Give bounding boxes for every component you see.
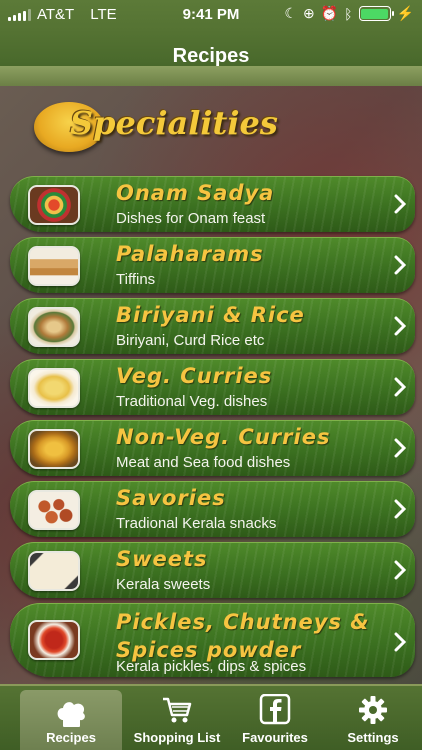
gear-icon [359,696,387,724]
page-title: Recipes [172,45,250,67]
cart-icon [163,697,192,723]
row-title: Non-Veg. Curries [116,425,331,449]
alarm-icon: ⏰ [320,5,339,21]
category-row-veg-curries[interactable]: Veg. Curries Traditional Veg. dishes [10,359,415,415]
row-subtitle: Meat and Sea food dishes [116,454,291,471]
specialities-banner: Specialities [30,96,290,156]
category-row-pickles[interactable]: Pickles, Chutneys & Spices powder Kerala… [10,603,415,677]
row-title: Veg. Curries [116,364,273,388]
chef-hat-icon [57,702,85,727]
row-subtitle: Tradional Kerala snacks [116,515,277,532]
tab-shopping-list[interactable]: Shopping List [128,686,226,750]
category-row-sweets[interactable]: Sweets Kerala sweets [10,542,415,598]
row-subtitle: Traditional Veg. dishes [116,393,268,410]
row-title: Sweets [116,547,208,571]
onam-sadya-thumbnail [28,185,80,225]
category-row-onam-sadya[interactable]: Onam Sadya Dishes for Onam feast [10,176,415,232]
charging-icon: ⚡ [396,5,414,21]
bluetooth-icon: ᛒ [344,5,353,22]
row-title: Savories [116,486,226,510]
category-row-non-veg-curries[interactable]: Non-Veg. Curries Meat and Sea food dishe… [10,420,415,476]
row-title: Pickles, Chutneys & Spices powder [116,610,370,662]
tab-label: Shopping List [133,730,221,745]
tab-favourites[interactable]: Favourites [226,686,324,750]
pickles-thumbnail [28,620,80,660]
chevron-right-icon [394,438,407,458]
chevron-right-icon [394,499,407,519]
palaharams-thumbnail [28,246,80,286]
row-title: Onam Sadya [116,181,275,205]
content-area: Specialities Onam Sadya Dishes for Onam … [0,86,422,684]
row-title: Biriyani & Rice [116,303,305,327]
tab-settings[interactable]: Settings [324,686,422,750]
row-subtitle: Tiffins [116,271,156,288]
chevron-right-icon [394,632,407,652]
lock-rotation-icon: ⊕ [302,5,315,21]
row-subtitle: Biriyani, Curd Rice etc [116,332,265,349]
chevron-right-icon [394,316,407,336]
veg-curries-thumbnail [28,368,80,408]
banner-title: Specialities [70,104,278,142]
chevron-right-icon [394,560,407,580]
chevron-right-icon [394,377,407,397]
tab-label: Recipes [46,730,96,745]
tab-recipes[interactable]: Recipes [20,690,122,750]
tab-label: Settings [347,730,399,745]
savories-thumbnail [28,490,80,530]
row-subtitle: Kerala pickles, dips & spices [116,658,307,675]
chevron-right-icon [394,255,407,275]
chevron-right-icon [394,194,407,214]
row-subtitle: Dishes for Onam feast [116,210,266,227]
sweets-thumbnail [28,551,80,591]
category-row-savories[interactable]: Savories Tradional Kerala snacks [10,481,415,537]
tab-bar: Recipes Shopping List Favourites Setting… [0,684,422,750]
category-row-biriyani-rice[interactable]: Biriyani & Rice Biriyani, Curd Rice etc [10,298,415,354]
moon-icon: ☾ [284,5,297,21]
nav-divider [0,66,422,86]
category-row-palaharams[interactable]: Palaharams Tiffins [10,237,415,293]
facebook-icon [259,694,291,725]
tab-label: Favourites [242,730,308,745]
row-title: Palaharams [116,242,264,266]
status-bar: AT&T LTE 9:41 PM ☾ ⊕ ⏰ ᛒ ⚡ [0,0,422,30]
non-veg-curries-thumbnail [28,429,80,469]
row-subtitle: Kerala sweets [116,576,211,593]
battery-icon [358,6,394,21]
biriyani-thumbnail [28,307,80,347]
status-right: ☾ ⊕ ⏰ ᛒ ⚡ [284,5,414,22]
